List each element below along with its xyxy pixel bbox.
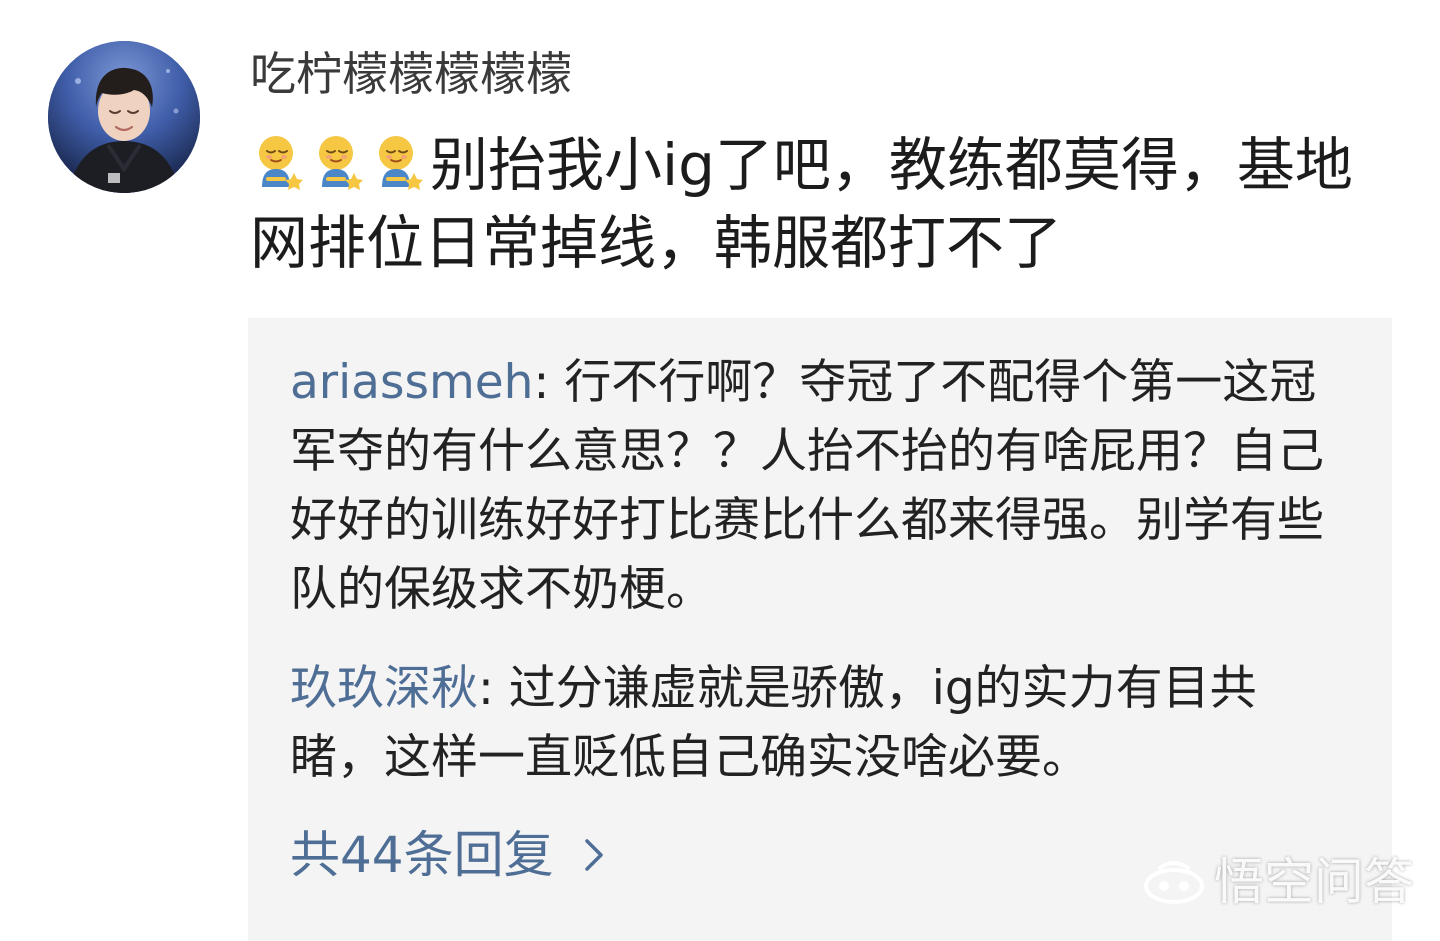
reply-item[interactable]: ariassmeh: 行不行啊？夺冠了不配得个第一这冠军夺的有什么意思？？人抬不… [290, 348, 1350, 624]
sheepish-emoji-icon [379, 136, 423, 190]
sheepish-emoji-icon [319, 136, 363, 190]
username[interactable]: 吃柠檬檬檬檬檬 [250, 42, 572, 106]
reply-separator: : [533, 355, 565, 410]
reply-separator: : [478, 661, 509, 716]
reply-author[interactable]: 玖玖深秋 [290, 661, 478, 716]
chevron-right-icon [584, 839, 603, 871]
reply-author[interactable]: ariassmeh [290, 355, 533, 410]
more-replies-label: 共44条回复 [290, 826, 554, 884]
more-replies-link[interactable]: 共44条回复 [290, 820, 606, 890]
wukong-logo-icon [1144, 861, 1204, 904]
sheepish-emoji-icon [259, 136, 303, 190]
watermark: 悟空问答 [1142, 852, 1414, 912]
watermark-text: 悟空问答 [1214, 853, 1414, 911]
reply-item[interactable]: 玖玖深秋: 过分谦虚就是骄傲，ig的实力有目共睹，这样一直贬低自己确实没啥必要。 [290, 654, 1350, 792]
comment-text: 别抬我小ig了吧，教练都莫得，基地网排位日常掉线，韩服都打不了 [250, 126, 1400, 282]
avatar-image [48, 41, 200, 193]
avatar[interactable] [48, 41, 200, 193]
